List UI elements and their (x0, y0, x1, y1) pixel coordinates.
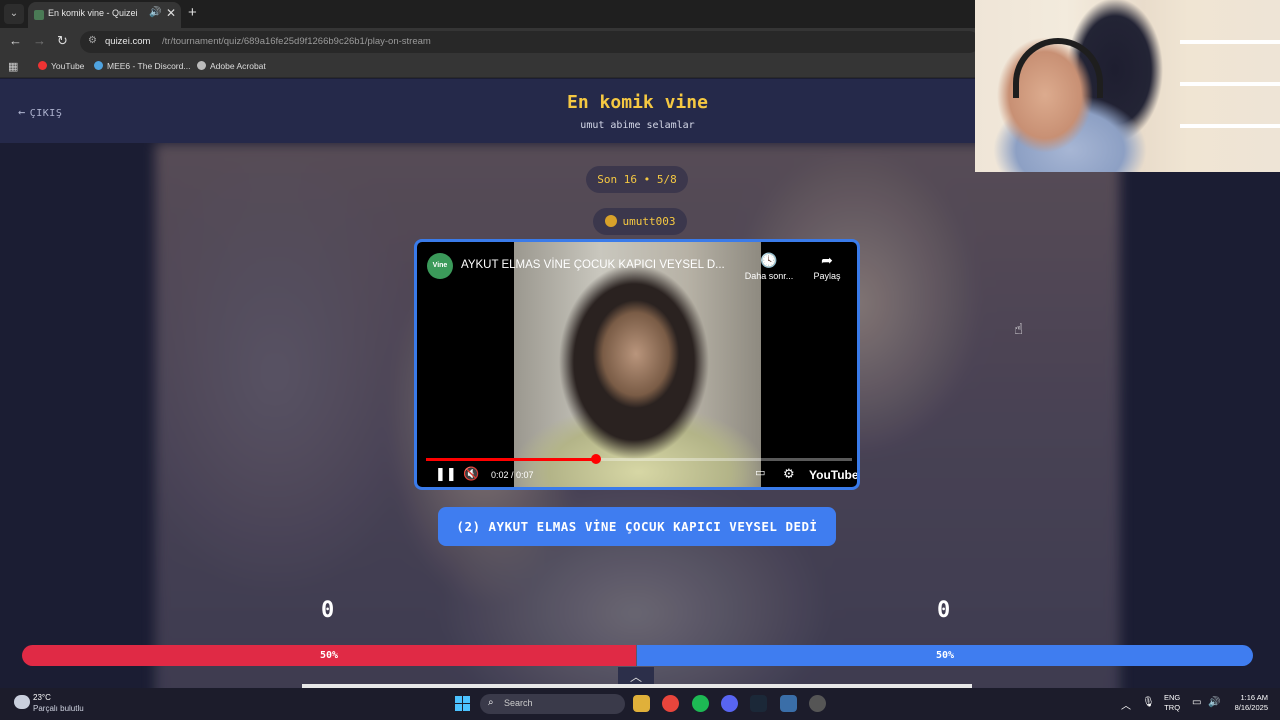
avatar (604, 215, 617, 227)
reload-icon[interactable]: ↻ (57, 33, 68, 49)
windows-start-icon[interactable] (455, 696, 470, 711)
settings-gear-icon[interactable]: ⚙ (783, 466, 795, 482)
steam-icon[interactable] (750, 695, 767, 712)
search-icon: ⌕ (488, 697, 494, 708)
search-placeholder: Search (504, 698, 533, 708)
tab-close-icon[interactable]: ✕ (166, 6, 176, 20)
user-badge: umutt003 (593, 208, 687, 235)
youtube-icon (38, 61, 47, 70)
bookmark-youtube[interactable]: YouTube (38, 61, 84, 71)
shelf (1180, 82, 1280, 86)
video-progress-bar[interactable] (426, 454, 852, 464)
subtitles-icon[interactable]: ▭ (755, 466, 765, 479)
chrome-icon[interactable] (662, 695, 679, 712)
tab-audio-icon[interactable]: 🔊 (149, 7, 161, 18)
back-icon[interactable]: ← (9, 33, 22, 48)
tab-title: En komik vine - Quizei (48, 8, 138, 18)
share-button[interactable]: ➦ Paylaş (807, 252, 847, 281)
share-icon: ➦ (821, 252, 833, 268)
clock-icon: 🕓 (760, 252, 778, 268)
tab-favicon (34, 10, 44, 20)
active-tab[interactable]: En komik vine - Quizei 🔊 ✕ (28, 2, 181, 28)
language-indicator[interactable]: ENG TRQ (1164, 693, 1180, 713)
forward-icon[interactable]: → (33, 33, 46, 48)
weather-icon[interactable] (14, 695, 30, 709)
apps-grid-icon[interactable]: ▦ (8, 60, 18, 73)
network-icon[interactable]: ▭ (1192, 697, 1201, 708)
mee6-icon (94, 61, 103, 70)
file-explorer-icon[interactable] (633, 695, 650, 712)
weather-summary[interactable]: Parçalı bulutlu (33, 704, 84, 713)
new-tab-button[interactable]: + (188, 4, 197, 21)
acrobat-icon (197, 61, 206, 70)
video-frame[interactable] (514, 242, 761, 487)
bookmark-mee6[interactable]: MEE6 - The Discord... (94, 61, 190, 71)
shelf (1180, 124, 1280, 128)
mute-icon[interactable]: 🔇 (463, 466, 479, 482)
microphone-icon[interactable]: 🎙 (1142, 697, 1155, 708)
discord-icon[interactable] (721, 695, 738, 712)
left-score: 0 (321, 598, 335, 623)
video-title[interactable]: AYKUT ELMAS VİNE ÇOCUK KAPICI VEYSEL D..… (461, 259, 725, 271)
youtube-logo[interactable]: YouTube (809, 468, 857, 482)
pause-icon[interactable]: ❚❚ (435, 466, 457, 482)
taskbar: 23°C Parçalı bulutlu ⌕ Search ︿ 🎙 ENG TRQ… (0, 688, 1280, 720)
youtube-player[interactable]: Vine AYKUT ELMAS VİNE ÇOCUK KAPICI VEYSE… (414, 239, 860, 490)
webcam-overlay (975, 0, 1280, 172)
site-info-icon[interactable]: ⚙ (88, 35, 97, 46)
channel-avatar[interactable]: Vine (427, 253, 453, 279)
watch-later-button[interactable]: 🕓 Daha sonr... (739, 252, 799, 281)
obs-icon[interactable] (809, 695, 826, 712)
video-progress-fill (426, 458, 597, 461)
vote-bar-left: 50% (22, 645, 636, 666)
vote-bar-right: 50% (637, 645, 1253, 666)
spotify-icon[interactable] (692, 695, 709, 712)
volume-icon[interactable]: 🔊 (1208, 697, 1220, 708)
taskbar-search[interactable]: ⌕ Search (480, 694, 625, 714)
tray-overflow-icon[interactable]: ︿ (1121, 697, 1131, 712)
hand-cursor-icon: ☝ (1014, 321, 1024, 338)
weather-temperature[interactable]: 23°C (33, 693, 51, 702)
bookmark-acrobat[interactable]: Adobe Acrobat (197, 61, 266, 71)
system-clock[interactable]: 1:16 AM 8/16/2025 (1226, 693, 1268, 713)
shelf (1180, 40, 1280, 44)
video-time: 0:02 / 0:07 (491, 470, 534, 480)
url-path: /tr/tournament/quiz/689a16fe25d9f1266b9c… (162, 36, 431, 47)
url-host: quizei.com (105, 36, 151, 47)
round-indicator: Son 16 • 5/8 (586, 166, 688, 193)
app-icon[interactable] (780, 695, 797, 712)
address-bar[interactable]: ⚙ quizei.com /tr/tournament/quiz/689a16f… (80, 31, 980, 53)
choice-button[interactable]: (2) AYKUT ELMAS VİNE ÇOCUK KAPICI VEYSEL… (438, 507, 836, 546)
tab-search-button[interactable]: ⌄ (4, 4, 24, 24)
headphones (1013, 38, 1103, 98)
right-score: 0 (937, 598, 951, 623)
